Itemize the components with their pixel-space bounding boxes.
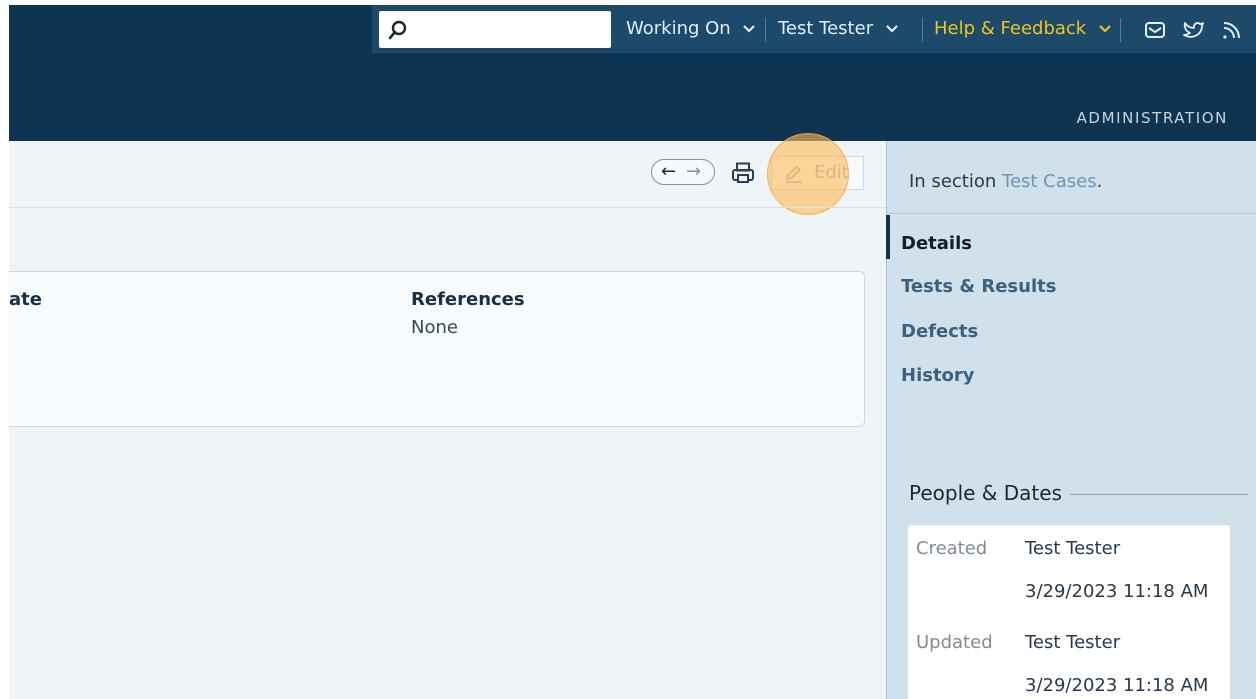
menu-help-feedback[interactable]: Help & Feedback — [934, 5, 1111, 53]
search-icon[interactable] — [387, 19, 409, 41]
record-navigation: ← → — [651, 159, 715, 185]
section-link[interactable]: Test Cases — [1002, 171, 1097, 192]
previous-button[interactable]: ← — [661, 163, 676, 181]
menu-help-feedback-label: Help & Feedback — [934, 18, 1087, 39]
app-frame: Working On Test Tester Help & Feedback A… — [9, 5, 1256, 699]
next-button[interactable]: → — [686, 163, 701, 181]
main-content: ← → Edit ate References None — [9, 133, 886, 699]
menu-user[interactable]: Test Tester — [778, 5, 898, 53]
menu-working-on-label: Working On — [626, 18, 731, 39]
tab-details[interactable]: Details — [901, 233, 972, 254]
search-input[interactable] — [379, 11, 611, 48]
section-prefix: In section — [909, 171, 997, 192]
updated-date: 3/29/2023 11:18 AM — [1025, 675, 1209, 696]
print-icon[interactable] — [731, 161, 755, 185]
created-by: Test Tester — [1025, 538, 1121, 559]
menu-divider — [922, 18, 923, 42]
menu-divider — [1120, 18, 1121, 42]
people-dates-rule — [1070, 494, 1248, 495]
references-value: None — [411, 317, 458, 338]
detail-card: ate References None — [9, 271, 865, 427]
menu-working-on[interactable]: Working On — [626, 5, 756, 53]
chevron-down-icon — [743, 25, 756, 33]
tab-tests-results[interactable]: Tests & Results — [901, 276, 1056, 297]
created-date: 3/29/2023 11:18 AM — [1025, 581, 1209, 602]
chevron-down-icon — [1099, 25, 1111, 33]
section-suffix: . — [1096, 171, 1103, 192]
menu-user-label: Test Tester — [778, 18, 874, 39]
mail-icon[interactable] — [1144, 20, 1166, 40]
toolbar-divider — [9, 207, 886, 208]
section-info: In section Test Cases. — [909, 171, 1102, 192]
updated-by: Test Tester — [1025, 632, 1121, 653]
pencil-icon — [785, 165, 802, 183]
column-header: ate — [9, 289, 42, 310]
twitter-icon[interactable] — [1183, 20, 1205, 40]
updated-label: Updated — [916, 632, 993, 653]
active-tab-indicator — [886, 215, 890, 259]
references-header: References — [411, 289, 525, 310]
right-sidebar: In section Test Cases. Details Tests & R… — [886, 141, 1256, 699]
chevron-down-icon — [886, 25, 898, 33]
menu-divider — [765, 18, 766, 42]
top-navigation: Working On Test Tester Help & Feedback A… — [9, 5, 1256, 141]
edit-button[interactable]: Edit — [771, 156, 864, 190]
tab-defects[interactable]: Defects — [901, 321, 978, 342]
people-dates-card: Created Test Tester 3/29/2023 11:18 AM U… — [908, 525, 1230, 699]
people-dates-title: People & Dates — [909, 481, 1062, 505]
nav-administration[interactable]: ADMINISTRATION — [1077, 109, 1228, 127]
tab-history[interactable]: History — [901, 365, 975, 386]
created-label: Created — [916, 538, 988, 559]
rss-icon[interactable] — [1221, 20, 1243, 40]
sidebar-divider — [887, 213, 1256, 214]
edit-button-label: Edit — [814, 162, 849, 183]
